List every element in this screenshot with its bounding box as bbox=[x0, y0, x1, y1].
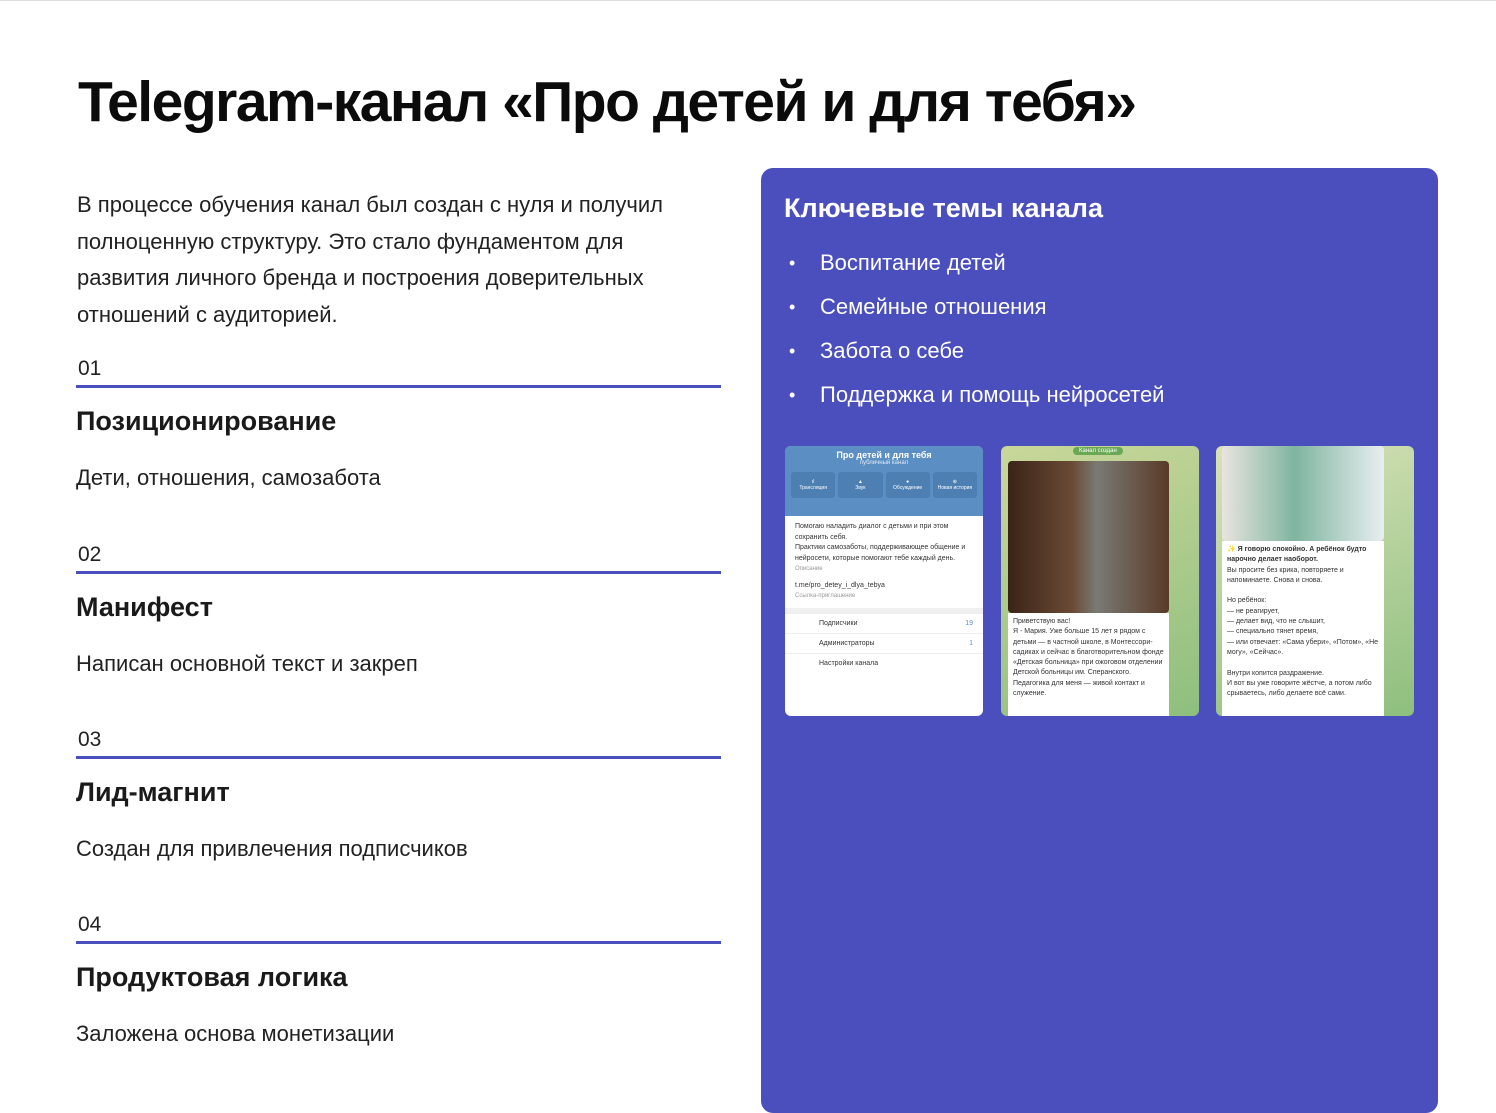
bullet-icon: • bbox=[789, 297, 796, 317]
post-headline: ✨ Я говорю спокойно. А ребёнок будто нар… bbox=[1227, 546, 1367, 564]
step-manifest: 02 Манифест Написан основной текст и закр… bbox=[76, 543, 721, 677]
bullet-icon: • bbox=[789, 253, 796, 273]
author-photo bbox=[1008, 461, 1169, 613]
step-desc: Дети, отношения, самозабота bbox=[76, 465, 381, 490]
post-message: ✨ Я говорю спокойно. А ребёнок будто нар… bbox=[1222, 541, 1384, 716]
channel-created-badge: Канал создан bbox=[1073, 447, 1123, 455]
post-photo bbox=[1222, 446, 1384, 541]
bullet-icon: • bbox=[789, 385, 796, 405]
step-title: Позиционирование bbox=[76, 406, 337, 436]
description-label: Описание bbox=[795, 566, 823, 572]
step-product-logic: 04 Продуктовая логика Заложена основа мон… bbox=[76, 913, 721, 1047]
screenshot-channel-profile: Про детей и для тебя публичный канал ıl Т… bbox=[785, 446, 983, 716]
divider bbox=[76, 385, 721, 388]
topic-label: Воспитание детей bbox=[820, 250, 1006, 275]
divider bbox=[76, 941, 721, 944]
step-desc: Написан основной текст и закреп bbox=[76, 651, 418, 676]
subscribers-row: Подписчики 19 bbox=[785, 612, 983, 633]
settings-row: Настройки канала bbox=[785, 652, 983, 673]
list-item: • Воспитание детей bbox=[789, 250, 1164, 294]
screenshot-welcome-post: Канал создан Приветствую вас! Я - Мария.… bbox=[1001, 446, 1199, 716]
topic-label: Забота о себе bbox=[820, 338, 964, 363]
key-topics-panel: Ключевые темы канала • Воспитание детей •… bbox=[761, 168, 1438, 1113]
list-item: • Семейные отношения bbox=[789, 294, 1164, 338]
step-desc: Заложена основа монетизации bbox=[76, 1021, 395, 1046]
channel-name: Про детей и для тебя bbox=[836, 450, 932, 460]
topic-label: Поддержка и помощь нейросетей bbox=[820, 382, 1165, 407]
discussion-button: ● Обсуждение bbox=[885, 472, 930, 498]
step-title: Манифест bbox=[76, 592, 213, 622]
step-title: Продуктовая логика bbox=[76, 962, 348, 992]
intro-text: В процессе обучения канал был создан с н… bbox=[77, 192, 663, 327]
page-title: Telegram-канал «Про детей и для тебя» bbox=[78, 70, 1137, 134]
topic-label: Семейные отношения bbox=[820, 294, 1047, 319]
channel-description: Помогаю наладить диалог с детьми и при э… bbox=[795, 523, 966, 562]
topics-list: • Воспитание детей • Семейные отношения • З… bbox=[789, 250, 1164, 426]
link-label: Ссылка-приглашение bbox=[795, 593, 856, 599]
screenshot-post: ✨ Я говорю спокойно. А ребёнок будто нар… bbox=[1216, 446, 1414, 716]
divider bbox=[76, 571, 721, 574]
step-number: 04 bbox=[78, 913, 102, 936]
panel-title: Ключевые темы канала bbox=[784, 193, 1103, 223]
admins-row: Администраторы 1 bbox=[785, 632, 983, 653]
step-lead-magnet: 03 Лид-магнит Создан для привлечения подп… bbox=[76, 728, 721, 862]
step-number: 02 bbox=[78, 543, 102, 566]
welcome-message: Приветствую вас! Я - Мария. Уже больше 1… bbox=[1008, 613, 1169, 716]
step-number: 03 bbox=[78, 728, 102, 751]
post-text: Вы просите без крика, повторяете и напом… bbox=[1227, 566, 1379, 698]
step-desc: Создан для привлечения подписчиков bbox=[76, 836, 468, 861]
channel-header: Про детей и для тебя публичный канал ıl Т… bbox=[785, 446, 983, 516]
list-item: • Поддержка и помощь нейросетей bbox=[789, 382, 1164, 426]
broadcast-button: ıl Трансляция bbox=[791, 472, 836, 498]
sound-button: ▲ Звук bbox=[838, 472, 883, 498]
divider bbox=[76, 756, 721, 759]
invite-link: t.me/pro_detey_i_dlya_tebya bbox=[795, 581, 885, 589]
channel-type: публичный канал bbox=[859, 460, 909, 466]
bullet-icon: • bbox=[789, 341, 796, 361]
step-positioning: 01 Позиционирование Дети, отношения, само… bbox=[76, 357, 721, 491]
step-title: Лид-магнит bbox=[76, 777, 230, 807]
new-story-button: ⊕ Новая история bbox=[932, 472, 977, 498]
step-number: 01 bbox=[78, 357, 102, 380]
list-item: • Забота о себе bbox=[789, 338, 1164, 382]
